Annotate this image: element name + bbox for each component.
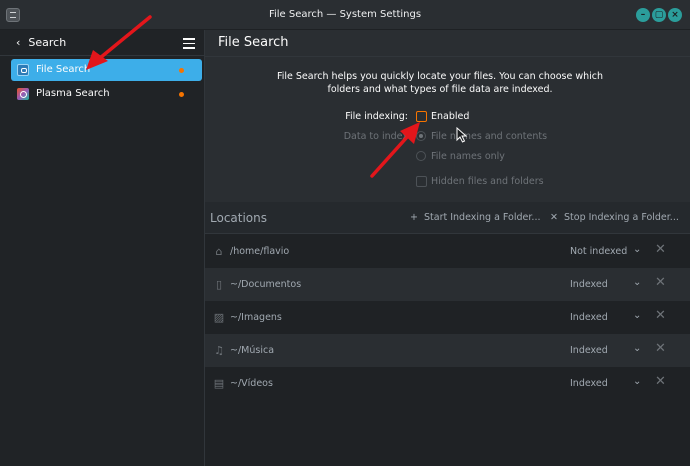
locations-title: Locations [210, 211, 268, 225]
names-only-label[interactable]: File names only [431, 151, 505, 162]
location-path: ~/Imagens [230, 312, 282, 323]
sidebar-item-label: File Search [36, 64, 91, 75]
locations-panel: Locations + Start Indexing a Folder... ✕ S… [205, 202, 690, 466]
chevron-down-icon[interactable]: ⌄ [633, 343, 641, 354]
enabled-label[interactable]: Enabled [431, 111, 469, 122]
back-button[interactable]: ‹ Search [16, 36, 66, 49]
location-path: ~/Vídeos [230, 378, 273, 389]
sidebar-item-label: Plasma Search [36, 88, 110, 99]
location-path: ~/Música [230, 345, 275, 356]
close-button[interactable]: × [668, 8, 682, 22]
location-status: Indexed [570, 378, 608, 389]
remove-location-icon[interactable]: ✕ [655, 308, 666, 323]
home-icon: ⌂ [215, 245, 223, 258]
start-indexing-label: Start Indexing a Folder... [424, 212, 541, 223]
window-title: File Search — System Settings [268, 9, 422, 20]
plasma-search-icon [17, 88, 29, 100]
main-content: File Search File Search helps you quickl… [205, 30, 690, 466]
remove-location-icon[interactable]: ✕ [655, 242, 666, 257]
location-row[interactable]: ♫ ~/Música Indexed ⌄ ✕ [205, 334, 690, 367]
sidebar-item-file-search[interactable]: File Search [11, 59, 202, 81]
remove-location-icon[interactable]: ✕ [655, 374, 666, 389]
location-row[interactable]: ▤ ~/Vídeos Indexed ⌄ ✕ [205, 367, 690, 400]
chevron-down-icon[interactable]: ⌄ [633, 376, 641, 387]
hidden-files-checkbox[interactable] [416, 176, 427, 187]
documents-icon: ▯ [215, 278, 223, 291]
file-indexing-checkbox[interactable] [416, 111, 427, 122]
chevron-down-icon[interactable]: ⌄ [633, 277, 641, 288]
location-row[interactable]: ▨ ~/Imagens Indexed ⌄ ✕ [205, 301, 690, 334]
minimize-button[interactable]: – [636, 8, 650, 22]
sidebar-header: ‹ Search [0, 30, 205, 56]
hidden-files-label[interactable]: Hidden files and folders [431, 176, 544, 187]
hamburger-menu-icon[interactable] [183, 38, 195, 49]
back-button-label: Search [28, 36, 67, 49]
location-row[interactable]: ▯ ~/Documentos Indexed ⌄ ✕ [205, 268, 690, 301]
location-path: /home/flavio [230, 246, 290, 257]
location-status: Indexed [570, 345, 608, 356]
names-only-radio[interactable] [416, 151, 426, 161]
sidebar: ‹ Search File Search Plasma Search [0, 30, 205, 466]
title-bar: File Search — System Settings – ▢ × [0, 0, 690, 30]
page-title: File Search [218, 35, 289, 50]
pictures-icon: ▨ [213, 311, 225, 324]
chevron-down-icon[interactable]: ⌄ [633, 244, 641, 255]
music-icon: ♫ [214, 344, 224, 357]
start-indexing-button[interactable]: + Start Indexing a Folder... [408, 212, 540, 223]
changed-indicator-dot [179, 92, 184, 97]
videos-icon: ▤ [213, 377, 225, 390]
location-path: ~/Documentos [230, 279, 302, 290]
close-icon: ✕ [550, 212, 558, 223]
location-status: Not indexed [570, 246, 628, 257]
data-to-index-label: Data to index [343, 131, 408, 142]
page-description: File Search helps you quickly locate you… [276, 71, 603, 95]
sidebar-item-plasma-search[interactable]: Plasma Search [11, 83, 202, 105]
names-and-contents-radio[interactable] [416, 131, 426, 141]
location-status: Indexed [570, 279, 608, 290]
chevron-down-icon[interactable]: ⌄ [633, 310, 641, 321]
header-divider [205, 56, 690, 57]
maximize-button[interactable]: ▢ [652, 8, 666, 22]
file-indexing-label: File indexing: [345, 111, 408, 122]
stop-indexing-label: Stop Indexing a Folder... [564, 212, 679, 223]
file-search-icon [17, 64, 29, 76]
location-row[interactable]: ⌂ /home/flavio Not indexed ⌄ ✕ [205, 235, 690, 268]
locations-header: Locations + Start Indexing a Folder... ✕ S… [205, 202, 690, 234]
mouse-cursor-icon [456, 127, 468, 143]
chevron-left-icon: ‹ [16, 36, 21, 49]
remove-location-icon[interactable]: ✕ [655, 275, 666, 290]
plus-icon: + [410, 212, 418, 223]
location-status: Indexed [570, 312, 608, 323]
changed-indicator-dot [179, 68, 184, 73]
remove-location-icon[interactable]: ✕ [655, 341, 666, 356]
stop-indexing-button[interactable]: ✕ Stop Indexing a Folder... [548, 212, 679, 223]
names-and-contents-label[interactable]: File names and contents [431, 131, 547, 142]
